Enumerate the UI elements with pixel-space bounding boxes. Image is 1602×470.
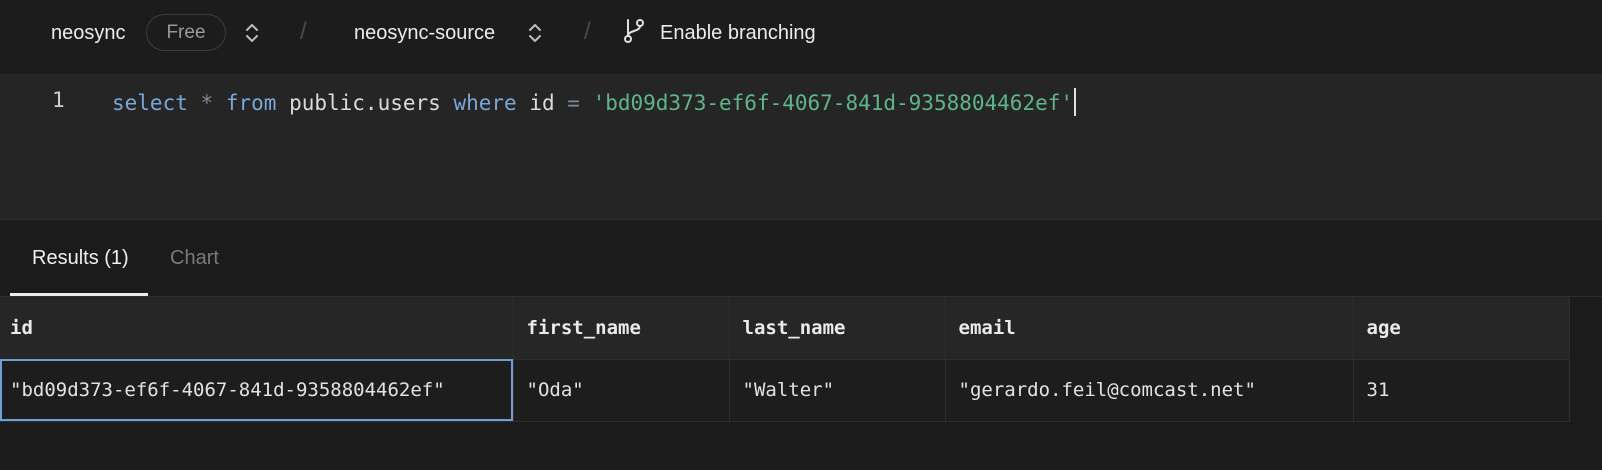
- tab-chart[interactable]: Chart: [170, 244, 219, 272]
- chevron-up-down-icon[interactable]: [242, 20, 262, 46]
- breadcrumb-separator: /: [584, 18, 591, 45]
- column-header-first-name[interactable]: first_name: [513, 297, 730, 360]
- breadcrumb-separator: /: [300, 18, 307, 45]
- column-identifier: id: [529, 91, 555, 115]
- chevron-up-down-icon[interactable]: [525, 20, 545, 46]
- operator-star: *: [200, 91, 214, 115]
- sql-editor[interactable]: 1 select * from public.users where id = …: [0, 74, 1602, 220]
- operator-equals: =: [567, 91, 580, 115]
- code-line[interactable]: select * from public.users where id = 'b…: [112, 88, 1077, 116]
- keyword-where: where: [453, 91, 517, 115]
- cell-last-name[interactable]: "Walter": [729, 359, 946, 422]
- table-row: "bd09d373-ef6f-4067-841d-9358804462ef" "…: [0, 359, 1570, 422]
- text-cursor: [1074, 88, 1077, 116]
- column-header-age[interactable]: age: [1353, 297, 1570, 360]
- column-header-last-name[interactable]: last_name: [729, 297, 946, 360]
- enable-branching-label: Enable branching: [660, 21, 816, 44]
- cell-id[interactable]: "bd09d373-ef6f-4067-841d-9358804462ef": [0, 359, 514, 422]
- keyword-from: from: [225, 91, 277, 115]
- results-tab-bar: Results (1) Chart: [0, 220, 1602, 297]
- results-grid: id first_name last_name email age "bd09d…: [0, 297, 1570, 422]
- branch-name[interactable]: neosync-source: [354, 20, 495, 46]
- cell-first-name[interactable]: "Oda": [513, 359, 730, 422]
- column-header-email[interactable]: email: [945, 297, 1354, 360]
- top-bar: neosync Free / neosync-source / Enable b…: [0, 0, 1602, 74]
- cell-age[interactable]: 31: [1353, 359, 1570, 422]
- cell-email[interactable]: "gerardo.feil@comcast.net": [945, 359, 1354, 422]
- header-row: id first_name last_name email age: [0, 297, 1570, 360]
- tab-results[interactable]: Results (1): [32, 244, 129, 272]
- table-identifier: public.users: [289, 91, 441, 115]
- active-tab-indicator: [10, 293, 148, 296]
- line-number: 1: [52, 88, 65, 112]
- keyword-select: select: [112, 91, 188, 115]
- plan-badge[interactable]: Free: [146, 14, 226, 51]
- project-name[interactable]: neosync: [51, 20, 126, 46]
- column-header-id[interactable]: id: [0, 297, 514, 360]
- enable-branching-button[interactable]: Enable branching: [622, 17, 816, 49]
- git-branch-icon: [622, 17, 646, 50]
- string-literal: 'bd09d373-ef6f-4067-841d-9358804462ef': [592, 91, 1074, 115]
